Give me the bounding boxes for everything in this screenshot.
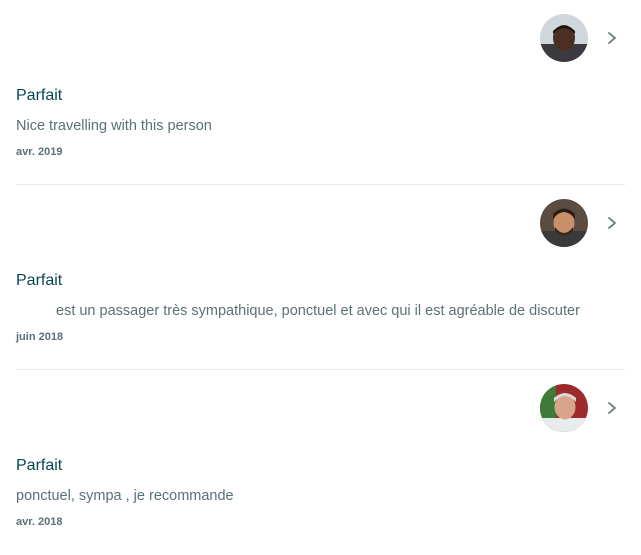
review-comment-text: Nice travelling with this person bbox=[16, 118, 212, 134]
review-date: avr. 2019 bbox=[16, 146, 63, 158]
avatar[interactable] bbox=[540, 14, 588, 62]
review-comment-text: ponctuel, sympa , je recommande bbox=[16, 488, 234, 504]
avatar[interactable] bbox=[540, 199, 588, 247]
review-card: Parfait ponctuel, sympa , je recommande … bbox=[16, 370, 625, 555]
review-rating: Parfait bbox=[16, 87, 63, 104]
review-header[interactable] bbox=[16, 199, 625, 251]
review-comment-text: est un passager très sympathique, ponctu… bbox=[56, 303, 580, 319]
review-header[interactable] bbox=[16, 14, 625, 66]
review-comment: ponctuel, sympa , je recommande bbox=[16, 488, 626, 504]
review-header[interactable] bbox=[16, 384, 625, 436]
chevron-right-icon[interactable] bbox=[605, 216, 619, 230]
review-rating: Parfait bbox=[16, 457, 63, 474]
review-card: Parfait est un passager très sympathique… bbox=[16, 185, 625, 370]
avatar[interactable] bbox=[540, 384, 588, 432]
review-date: avr. 2018 bbox=[16, 516, 63, 528]
review-date: juin 2018 bbox=[16, 331, 64, 343]
review-comment: Nice travelling with this person bbox=[16, 118, 626, 134]
chevron-right-icon[interactable] bbox=[605, 31, 619, 45]
review-comment: est un passager très sympathique, ponctu… bbox=[16, 303, 626, 319]
review-rating: Parfait bbox=[16, 272, 63, 289]
chevron-right-icon[interactable] bbox=[605, 401, 619, 415]
review-card: Parfait Nice travelling with this person… bbox=[16, 0, 625, 185]
